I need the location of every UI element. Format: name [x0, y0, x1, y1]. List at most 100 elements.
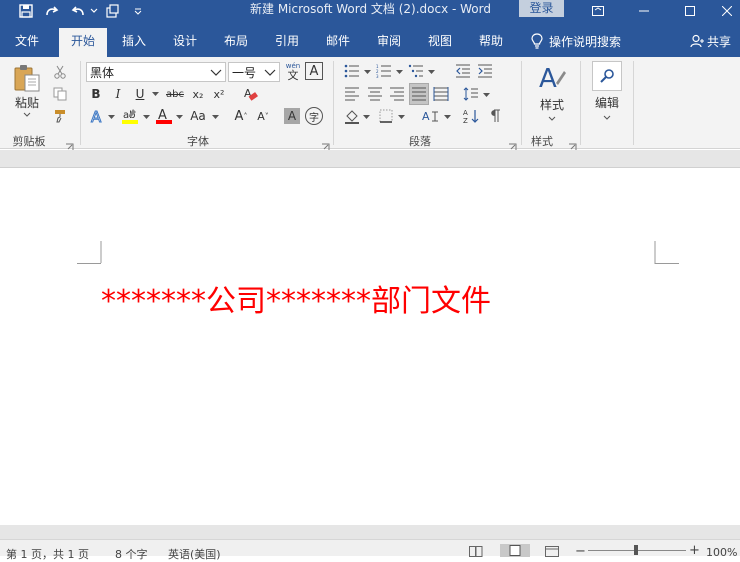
zoom-level[interactable]: 100% — [706, 546, 737, 559]
tab-file[interactable]: 文件 — [4, 28, 50, 57]
document-page[interactable]: *******公司*******部门文件 — [0, 169, 740, 525]
styles-icon[interactable]: A — [534, 61, 570, 95]
touch-mode-icon[interactable] — [101, 0, 123, 22]
change-case-dropdown-icon[interactable] — [210, 112, 220, 122]
copy-icon[interactable] — [51, 85, 69, 103]
zoom-out-icon[interactable]: − — [575, 544, 586, 559]
decrease-indent-icon[interactable] — [454, 63, 472, 79]
chevron-down-icon[interactable] — [261, 63, 279, 81]
tab-insert[interactable]: 插入 — [112, 28, 156, 57]
character-border-button[interactable]: A — [305, 62, 323, 80]
editing-label[interactable]: 编辑 — [588, 95, 626, 110]
bullets-dropdown-icon[interactable] — [362, 67, 372, 77]
font-color-dropdown-icon[interactable] — [174, 112, 184, 122]
close-icon[interactable] — [713, 0, 740, 22]
borders-icon[interactable] — [377, 107, 395, 125]
maximize-icon[interactable] — [667, 0, 713, 22]
chinese-layout-dropdown-icon[interactable] — [442, 112, 452, 122]
format-painter-icon[interactable] — [51, 107, 69, 125]
undo-dropdown-icon[interactable] — [89, 0, 99, 22]
shading-icon[interactable] — [343, 107, 361, 125]
clear-formatting-icon[interactable]: A — [240, 85, 260, 103]
change-case-button[interactable]: Aa — [187, 107, 209, 125]
multilevel-list-icon[interactable] — [407, 63, 425, 79]
page-count[interactable]: 第 1 页，共 1 页 — [6, 546, 89, 562]
character-shading-button[interactable]: A — [284, 108, 300, 124]
minimize-icon[interactable] — [621, 0, 667, 22]
save-icon[interactable] — [15, 0, 37, 22]
numbering-icon[interactable]: 123 — [375, 63, 393, 79]
language-indicator[interactable]: 英语(美国) — [168, 546, 221, 562]
strikethrough-button[interactable]: abc — [163, 85, 187, 103]
font-color-icon[interactable]: A — [154, 107, 174, 125]
font-name-combo[interactable]: 黑体 — [86, 62, 226, 82]
tab-mailings[interactable]: 邮件 — [316, 28, 360, 57]
tab-help[interactable]: 帮助 — [469, 28, 513, 57]
paragraph-launcher-icon[interactable] — [508, 137, 517, 151]
share-button[interactable]: 共享 — [690, 28, 731, 54]
zoom-slider-thumb[interactable] — [634, 545, 638, 555]
line-spacing-dropdown-icon[interactable] — [481, 90, 491, 100]
show-hide-marks-icon[interactable] — [486, 107, 504, 125]
multilevel-dropdown-icon[interactable] — [426, 67, 436, 77]
paste-dropdown-icon[interactable] — [20, 109, 34, 119]
line-spacing-icon[interactable] — [462, 85, 480, 103]
chevron-down-icon[interactable] — [207, 63, 225, 81]
clipboard-launcher-icon[interactable] — [65, 137, 74, 151]
align-right-icon[interactable] — [388, 85, 406, 103]
font-launcher-icon[interactable] — [321, 137, 330, 151]
read-mode-icon[interactable] — [469, 546, 483, 560]
italic-button[interactable]: I — [110, 85, 126, 103]
borders-dropdown-icon[interactable] — [396, 112, 406, 122]
font-size-combo[interactable]: 一号 — [228, 62, 280, 82]
align-left-icon[interactable] — [343, 85, 361, 103]
shading-dropdown-icon[interactable] — [361, 112, 371, 122]
tell-me-search[interactable]: 操作说明搜索 — [531, 28, 621, 54]
editing-dropdown-icon[interactable] — [601, 113, 613, 121]
sort-icon[interactable]: AZ — [462, 107, 482, 125]
grow-font-button[interactable]: A ˄ — [232, 107, 250, 125]
increase-indent-icon[interactable] — [476, 63, 494, 79]
tab-home[interactable]: 开始 — [59, 28, 107, 57]
styles-dropdown-icon[interactable] — [546, 114, 558, 122]
superscript-button[interactable]: x² — [210, 85, 228, 103]
tab-layout[interactable]: 布局 — [214, 28, 258, 57]
phonetic-guide-button[interactable]: wén 文 — [284, 61, 302, 83]
distributed-icon[interactable] — [432, 85, 450, 103]
undo-icon[interactable] — [67, 0, 89, 22]
document-heading-text[interactable]: *******公司*******部门文件 — [101, 276, 491, 320]
web-layout-icon[interactable] — [545, 546, 559, 560]
find-icon[interactable] — [592, 61, 622, 91]
tab-references[interactable]: 引用 — [265, 28, 309, 57]
numbering-dropdown-icon[interactable] — [394, 67, 404, 77]
ribbon-display-options-icon[interactable] — [575, 0, 621, 22]
align-center-icon[interactable] — [366, 85, 384, 103]
text-effects-dropdown-icon[interactable] — [106, 112, 116, 122]
subscript-button[interactable]: x₂ — [189, 85, 207, 103]
text-effects-icon[interactable]: A — [88, 107, 106, 125]
enclose-characters-button[interactable]: 字 — [305, 107, 323, 125]
customize-qat-icon[interactable] — [127, 0, 149, 22]
word-count[interactable]: 8 个字 — [115, 546, 148, 562]
highlight-color-icon[interactable]: ab — [120, 107, 140, 125]
paste-button[interactable] — [10, 63, 44, 93]
tab-design[interactable]: 设计 — [163, 28, 207, 57]
cut-icon[interactable] — [51, 63, 69, 81]
underline-dropdown-icon[interactable] — [150, 89, 160, 99]
justify-icon[interactable] — [409, 83, 429, 105]
redo-icon[interactable] — [41, 0, 63, 22]
paste-label[interactable]: 粘贴 — [10, 95, 44, 110]
styles-label[interactable]: 样式 — [532, 97, 572, 112]
tab-review[interactable]: 审阅 — [367, 28, 411, 57]
shrink-font-button[interactable]: A ˅ — [254, 107, 272, 125]
bold-button[interactable]: B — [88, 85, 104, 103]
tab-view[interactable]: 视图 — [418, 28, 462, 57]
bullets-icon[interactable] — [343, 63, 361, 79]
login-button[interactable]: 登录 — [519, 0, 564, 17]
underline-button[interactable]: U — [132, 85, 148, 103]
highlight-dropdown-icon[interactable] — [141, 112, 151, 122]
print-layout-icon[interactable] — [500, 544, 530, 557]
styles-launcher-icon[interactable] — [568, 137, 577, 151]
chinese-layout-icon[interactable]: A — [420, 107, 442, 125]
font-group-label: 字体 — [187, 135, 209, 148]
